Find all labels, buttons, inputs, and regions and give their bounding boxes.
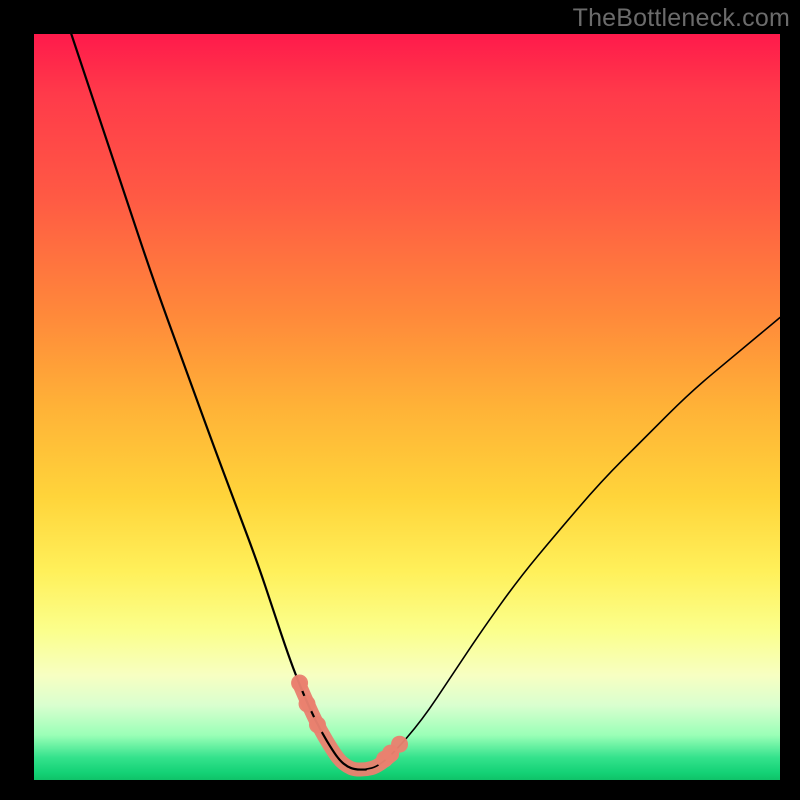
highlight-dot (309, 716, 326, 733)
watermark-text: TheBottleneck.com (573, 4, 790, 33)
curve-right (347, 317, 780, 769)
curve-left (71, 34, 366, 770)
highlight-dot (391, 736, 408, 753)
highlight-dot (291, 675, 308, 692)
highlight-dot (299, 695, 316, 712)
bottleneck-curve (34, 34, 780, 780)
chart-frame: TheBottleneck.com (0, 0, 800, 800)
plot-area (34, 34, 780, 780)
